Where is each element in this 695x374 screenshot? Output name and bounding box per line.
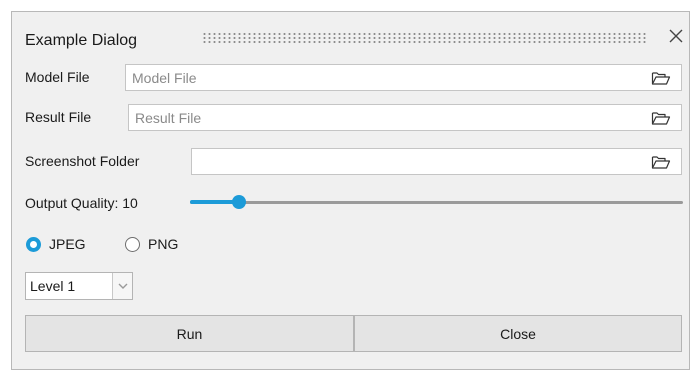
chevron-down-icon — [118, 283, 128, 289]
screenshot-folder-label: Screenshot Folder — [25, 153, 140, 169]
radio-png[interactable]: PNG — [125, 234, 178, 254]
result-file-label: Result File — [25, 109, 92, 125]
folder-open-icon[interactable] — [651, 110, 671, 126]
radio-png-indicator[interactable] — [125, 236, 140, 252]
screenshot-folder-field — [191, 148, 682, 175]
slider-thumb[interactable] — [232, 195, 247, 209]
radio-jpeg[interactable]: JPEG — [26, 234, 86, 254]
level-dropdown-button[interactable] — [112, 273, 132, 299]
model-file-field — [125, 64, 682, 91]
folder-open-icon[interactable] — [651, 154, 671, 170]
model-file-label: Model File — [25, 69, 90, 85]
radio-png-label: PNG — [148, 236, 179, 252]
output-quality-label: Output Quality: 10 — [25, 195, 138, 211]
slider-track — [190, 201, 683, 204]
folder-open-icon[interactable] — [651, 70, 671, 86]
dialog-title: Example Dialog — [25, 32, 138, 49]
radio-jpeg-indicator[interactable] — [26, 236, 41, 252]
close-icon[interactable] — [667, 27, 685, 45]
example-dialog: Example Dialog Model File Result File Sc… — [11, 11, 690, 370]
screenshot-folder-input[interactable] — [192, 149, 657, 174]
level-dropdown[interactable]: Level 1 — [25, 272, 133, 300]
close-button[interactable]: Close — [354, 315, 682, 352]
level-selected: Level 1 — [30, 278, 76, 294]
result-file-input[interactable] — [129, 105, 657, 130]
output-quality-slider[interactable] — [190, 192, 683, 214]
result-file-field — [128, 104, 682, 131]
radio-jpeg-label: JPEG — [49, 236, 86, 252]
dialog-titlebar[interactable]: Example Dialog — [12, 12, 689, 52]
run-button[interactable]: Run — [25, 315, 354, 352]
model-file-input[interactable] — [126, 65, 657, 90]
drag-grip[interactable] — [202, 32, 648, 45]
